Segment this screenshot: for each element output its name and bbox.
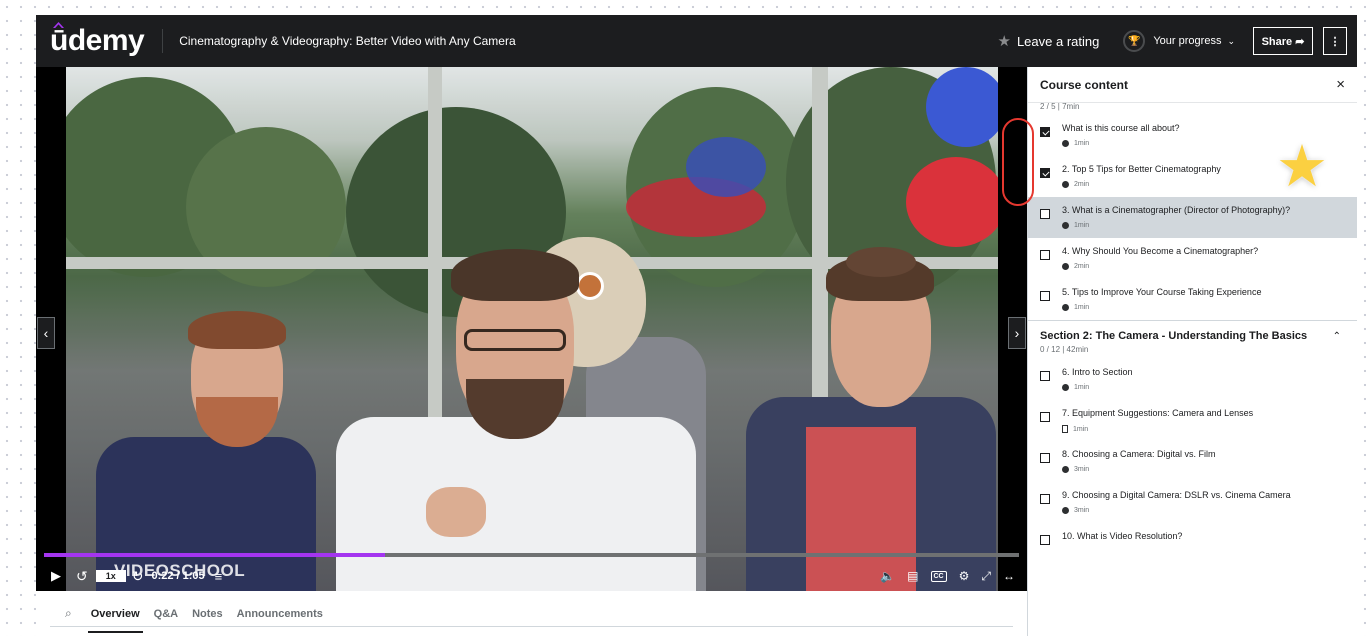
play-circle-icon: [1062, 140, 1069, 147]
sidebar-header: Course content ×: [1028, 67, 1357, 103]
time-display: 0:22 / 1:05: [151, 570, 205, 582]
trophy-icon: 🏆: [1123, 30, 1146, 52]
play-circle-icon: [1062, 181, 1069, 188]
tab-announcements[interactable]: Announcements: [237, 608, 323, 620]
lecture-checkbox[interactable]: [1040, 494, 1050, 504]
lecture-item[interactable]: 9. Choosing a Digital Camera: DSLR vs. C…: [1028, 482, 1357, 523]
chevron-up-icon[interactable]: ⌃: [1333, 331, 1341, 342]
video-progress-fill: [44, 553, 386, 557]
lecture-item[interactable]: 7. Equipment Suggestions: Camera and Len…: [1028, 400, 1357, 441]
lecture-title: 8. Choosing a Camera: Digital vs. Film: [1062, 449, 1216, 459]
udemy-logo[interactable]: ūdemy: [50, 22, 145, 58]
document-icon: [1062, 425, 1068, 433]
lecture-checkbox[interactable]: [1040, 168, 1050, 178]
lecture-title: 4. Why Should You Become a Cinematograph…: [1062, 246, 1259, 256]
play-circle-icon: [1062, 222, 1069, 229]
your-progress-label: Your progress: [1153, 35, 1222, 47]
search-icon[interactable]: ⌕: [65, 606, 72, 621]
video-player[interactable]: VIDEOSCHOOL ‹ › ▶ ↺ 1x ↻ 0:22 / 1:05 ≡ 🔈…: [36, 67, 1027, 591]
more-options-button[interactable]: ⋮: [1323, 27, 1347, 55]
lecture-duration: 1min: [1074, 304, 1090, 311]
play-circle-icon: [1062, 507, 1069, 514]
logo-text: ūdemy: [50, 24, 145, 57]
lecture-item[interactable]: 6. Intro to Section 1min: [1028, 359, 1357, 400]
leave-rating-label: Leave a rating: [1016, 33, 1100, 49]
tab-qa[interactable]: Q&A: [154, 608, 178, 620]
gold-star-sticker-icon: ★: [1276, 134, 1328, 199]
header-divider: [162, 29, 164, 53]
chevron-right-icon: ›: [1014, 325, 1020, 341]
settings-gear-icon[interactable]: ⚙: [959, 569, 970, 583]
play-circle-icon: [1062, 384, 1069, 391]
lecture-tabs: ⌕ Overview Q&A Notes Announcements: [36, 591, 1027, 636]
lecture-item[interactable]: 4. Why Should You Become a Cinematograph…: [1028, 238, 1357, 279]
player-controls: ▶ ↺ 1x ↻ 0:22 / 1:05 ≡ 🔈 ▤ CC ⚙ ⤢ ↔: [36, 561, 1027, 591]
sidebar-title: Course content: [1040, 77, 1129, 92]
top-header: ūdemy Cinematography & Videography: Bett…: [36, 15, 1357, 67]
section-2-header[interactable]: Section 2: The Camera - Understanding Th…: [1028, 320, 1357, 359]
section-meta: 0 / 12 | 42min: [1040, 345, 1089, 354]
lecture-title: 3. What is a Cinematographer (Director o…: [1062, 205, 1291, 215]
red-annotation-ring: [1002, 118, 1034, 206]
lecture-checkbox[interactable]: [1040, 291, 1050, 301]
share-button[interactable]: Share ➦: [1253, 27, 1313, 55]
lecture-duration: 3min: [1074, 466, 1090, 473]
video-progress-bar[interactable]: [44, 553, 1019, 557]
captions-icon[interactable]: CC: [930, 570, 947, 582]
play-circle-icon: [1062, 466, 1069, 473]
lecture-checkbox[interactable]: [1040, 250, 1050, 260]
star-icon: ★: [997, 33, 1011, 50]
play-circle-icon: [1062, 304, 1069, 311]
section-2-items: 6. Intro to Section 1min 7. Equipment Su…: [1028, 359, 1357, 564]
forward-5s-icon[interactable]: ↻: [132, 568, 144, 585]
rewind-5s-icon[interactable]: ↺: [76, 568, 88, 585]
tab-overview[interactable]: Overview: [87, 608, 143, 633]
next-lecture-button[interactable]: ›: [1008, 317, 1026, 349]
fullscreen-icon[interactable]: ⤢: [981, 569, 991, 584]
video-frame: [66, 67, 998, 591]
playback-speed-button[interactable]: 1x: [95, 570, 126, 582]
lecture-duration: 2min: [1074, 181, 1090, 188]
section1-meta: 2 / 5 | 7min: [1040, 103, 1080, 111]
add-note-icon[interactable]: ≡: [215, 569, 223, 584]
lecture-title: 6. Intro to Section: [1062, 367, 1133, 377]
close-icon[interactable]: ×: [1336, 76, 1345, 93]
section-title: Section 2: The Camera - Understanding Th…: [1040, 330, 1308, 342]
lecture-duration: 3min: [1074, 507, 1090, 514]
expand-icon[interactable]: ↔: [1003, 569, 1015, 583]
lecture-duration: 1min: [1074, 384, 1090, 391]
chevron-down-icon: ⌄: [1227, 35, 1235, 46]
lecture-item[interactable]: 5. Tips to Improve Your Course Taking Ex…: [1028, 279, 1357, 320]
tabs-divider: [50, 626, 1013, 627]
lecture-checkbox[interactable]: [1040, 535, 1050, 545]
lecture-title: What is this course all about?: [1062, 123, 1180, 133]
lecture-item[interactable]: 8. Choosing a Camera: Digital vs. Film 3…: [1028, 441, 1357, 482]
transcript-icon[interactable]: ▤: [907, 569, 918, 583]
course-title[interactable]: Cinematography & Videography: Better Vid…: [179, 34, 515, 48]
udemy-course-player: ūdemy Cinematography & Videography: Bett…: [36, 15, 1357, 636]
lecture-title: 5. Tips to Improve Your Course Taking Ex…: [1062, 287, 1262, 297]
lecture-checkbox[interactable]: [1040, 209, 1050, 219]
lecture-item[interactable]: 10. What is Video Resolution?: [1028, 523, 1357, 564]
lecture-checkbox[interactable]: [1040, 412, 1050, 422]
lecture-duration: 1min: [1074, 222, 1090, 229]
lecture-item-current[interactable]: 3. What is a Cinematographer (Director o…: [1028, 197, 1357, 238]
lecture-title: 9. Choosing a Digital Camera: DSLR vs. C…: [1062, 490, 1291, 500]
lecture-checkbox[interactable]: [1040, 127, 1050, 137]
lecture-duration: 2min: [1074, 263, 1090, 270]
play-icon[interactable]: ▶: [50, 568, 62, 584]
previous-lecture-button[interactable]: ‹: [37, 317, 55, 349]
lecture-title: 10. What is Video Resolution?: [1062, 531, 1183, 541]
leave-rating-button[interactable]: ★ Leave a rating: [998, 32, 1100, 50]
tab-notes[interactable]: Notes: [192, 608, 223, 620]
chevron-left-icon: ‹: [43, 325, 49, 341]
lecture-title: 7. Equipment Suggestions: Camera and Len…: [1062, 408, 1254, 418]
your-progress-button[interactable]: 🏆 Your progress ⌄: [1123, 30, 1235, 52]
lecture-checkbox[interactable]: [1040, 453, 1050, 463]
lecture-checkbox[interactable]: [1040, 371, 1050, 381]
lecture-duration: 1min: [1073, 425, 1089, 433]
play-circle-icon: [1062, 263, 1069, 270]
volume-icon[interactable]: 🔈: [880, 569, 895, 583]
lecture-duration: 1min: [1074, 140, 1090, 147]
